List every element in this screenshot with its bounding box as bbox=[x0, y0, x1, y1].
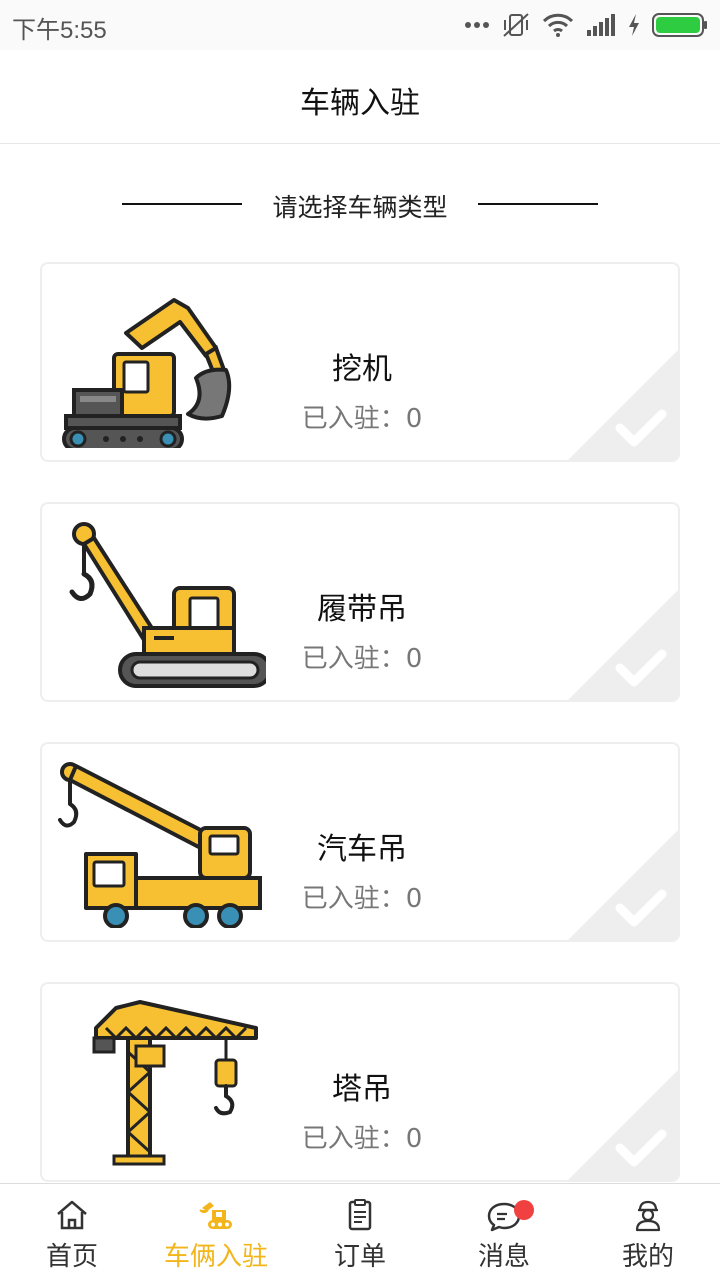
nav-label: 消息 bbox=[477, 1242, 530, 1272]
excavator-icon bbox=[62, 298, 232, 448]
section-heading: 请选择车辆类型 bbox=[0, 182, 720, 226]
vehicle-count: 已入驻：0 bbox=[301, 644, 423, 674]
page-title: 车辆入驻 bbox=[300, 86, 420, 121]
vehicle-count: 已入驻：0 bbox=[301, 404, 423, 434]
vehicle-card-excavator[interactable]: 挖机 已入驻：0 bbox=[40, 262, 680, 462]
vehicle-count: 已入驻：0 bbox=[301, 1124, 423, 1154]
check-icon bbox=[568, 590, 678, 700]
home-icon bbox=[57, 1200, 87, 1230]
vehicle-name: 塔吊 bbox=[332, 1072, 392, 1107]
user-icon bbox=[635, 1200, 661, 1232]
nav-item-profile[interactable]: 我的 bbox=[576, 1184, 720, 1280]
nav-label: 订单 bbox=[333, 1242, 386, 1272]
more-dots-icon bbox=[465, 22, 489, 28]
status-icons bbox=[464, 10, 708, 40]
section-heading-text: 请选择车辆类型 bbox=[272, 193, 448, 222]
truck-crane-icon bbox=[58, 762, 262, 928]
vehicle-name: 挖机 bbox=[332, 352, 392, 387]
heading-divider-right bbox=[478, 203, 598, 205]
status-time: 下午5:55 bbox=[12, 17, 107, 44]
unread-badge bbox=[514, 1200, 534, 1220]
check-icon bbox=[568, 1070, 678, 1180]
bottom-nav: 首页 车俩入驻 订单 消息 我的 bbox=[0, 1183, 720, 1280]
nav-label: 我的 bbox=[621, 1242, 674, 1272]
vehicle-card-crawler-crane[interactable]: 履带吊 已入驻：0 bbox=[40, 502, 680, 702]
nav-item-home[interactable]: 首页 bbox=[0, 1184, 144, 1280]
status-bar: 下午5:55 bbox=[0, 0, 720, 50]
vehicle-count: 已入驻：0 bbox=[301, 884, 423, 914]
nav-label: 首页 bbox=[45, 1242, 98, 1272]
nav-item-messages[interactable]: 消息 bbox=[432, 1184, 576, 1280]
nav-item-vehicle[interactable]: 车俩入驻 bbox=[144, 1184, 288, 1280]
nav-item-orders[interactable]: 订单 bbox=[288, 1184, 432, 1280]
vehicle-card-tower-crane[interactable]: 塔吊 已入驻：0 bbox=[40, 982, 680, 1182]
signal-icon bbox=[587, 14, 615, 36]
nav-label: 车俩入驻 bbox=[163, 1242, 268, 1272]
battery-icon bbox=[652, 13, 707, 37]
vibrate-off-icon bbox=[503, 13, 529, 37]
vehicle-name: 汽车吊 bbox=[317, 832, 407, 867]
excavator-icon bbox=[199, 1202, 232, 1229]
tower-crane-icon bbox=[92, 1000, 258, 1166]
title-bar: 车辆入驻 bbox=[0, 50, 720, 144]
clipboard-icon bbox=[348, 1199, 372, 1231]
crawler-crane-icon bbox=[69, 522, 266, 688]
vehicle-card-truck-crane[interactable]: 汽车吊 已入驻：0 bbox=[40, 742, 680, 942]
wifi-icon bbox=[542, 13, 574, 37]
vehicle-name: 履带吊 bbox=[317, 592, 407, 627]
check-icon bbox=[568, 830, 678, 940]
check-icon bbox=[568, 350, 678, 460]
charging-icon bbox=[629, 14, 639, 36]
